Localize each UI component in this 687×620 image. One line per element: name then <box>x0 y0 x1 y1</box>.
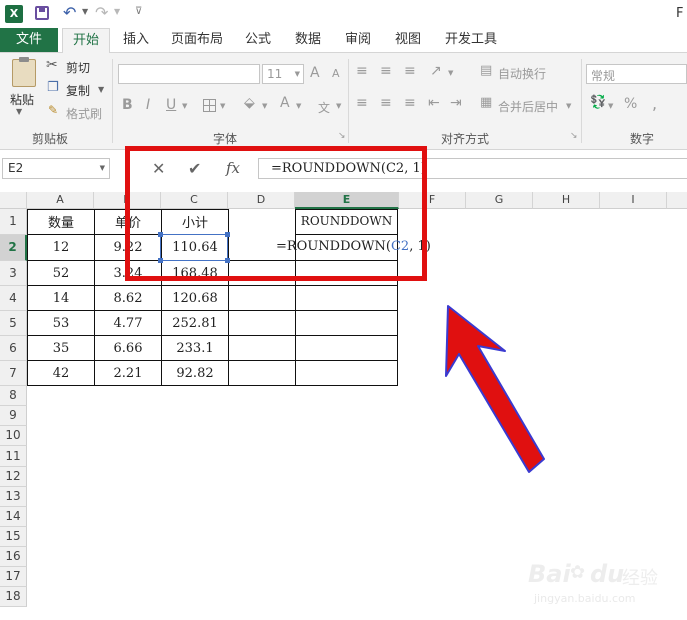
number-group-label: 数字 <box>629 132 654 146</box>
font-color-dropdown-icon[interactable]: ▼ <box>296 102 301 110</box>
fill-color-icon[interactable]: ⬙ <box>244 95 255 111</box>
decrease-indent-icon[interactable]: ⇤ <box>428 95 440 111</box>
align-left-icon[interactable]: ≡ <box>356 95 368 111</box>
format-painter-icon[interactable]: ✎ <box>48 103 58 117</box>
chevron-down-icon: ▼ <box>99 164 105 172</box>
ribbon-tabs: 文件 开始 插入 页面布局 公式 数据 审阅 视图 开发工具 <box>0 28 687 53</box>
red-arrow-annotation <box>445 305 545 473</box>
save-icon[interactable] <box>35 6 49 20</box>
tab-insert[interactable]: 插入 <box>114 28 158 52</box>
tab-formulas[interactable]: 公式 <box>238 28 278 52</box>
chevron-down-icon: ▼ <box>294 70 300 78</box>
align-bottom-icon[interactable]: ≡ <box>404 63 416 79</box>
underline-button[interactable]: U <box>166 97 176 113</box>
spreadsheet-grid: A B C D E F G H I 1 2 3 4 5 6 7 8 9 10 11 12 13 14 15 1… <box>0 146 687 620</box>
cut-button[interactable]: 剪切 <box>66 59 90 76</box>
font-color-button[interactable]: A <box>280 95 290 111</box>
fill-color-dropdown-icon[interactable]: ▼ <box>262 102 267 110</box>
customize-toolbar-icon[interactable]: ⊽ <box>135 6 142 17</box>
tab-view[interactable]: 视图 <box>388 28 428 52</box>
wrap-text-icon[interactable]: ▤ <box>480 63 492 78</box>
phonetic-dropdown-icon[interactable]: ▼ <box>336 102 341 110</box>
dialog-launcher-icon[interactable]: ↘ <box>570 131 578 141</box>
shrink-font-button[interactable]: A <box>332 67 340 80</box>
currency-icon[interactable]: 💱 <box>590 95 606 110</box>
merge-center-icon[interactable]: ▦ <box>480 95 492 110</box>
watermark-url: jingyan.baidu.com <box>534 592 636 605</box>
copy-icon[interactable]: ❐ <box>47 80 59 95</box>
orientation-dropdown-icon[interactable]: ▼ <box>448 69 453 77</box>
currency-dropdown-icon[interactable]: ▼ <box>608 102 613 110</box>
align-top-icon[interactable]: ≡ <box>356 63 368 79</box>
merge-center-button[interactable]: 合并后居中 <box>498 98 558 115</box>
percent-button[interactable]: % <box>624 96 637 112</box>
name-box[interactable]: E2 ▼ <box>2 158 110 179</box>
italic-button[interactable]: I <box>146 97 150 113</box>
dialog-launcher-icon[interactable]: ↘ <box>338 131 346 141</box>
divider <box>112 59 113 143</box>
tab-file[interactable]: 文件 <box>0 28 58 52</box>
title-text: F <box>676 6 684 21</box>
divider <box>581 59 582 143</box>
border-dropdown-icon[interactable]: ▼ <box>220 102 225 110</box>
ribbon-home: 粘贴 ▼ ✂ 剪切 ❐ 复制 ▼ ✎ 格式刷 剪贴板 11 ▼ A A B I … <box>0 53 687 150</box>
merge-dropdown-icon[interactable]: ▼ <box>566 102 571 110</box>
copy-button[interactable]: 复制 <box>66 82 90 99</box>
undo-icon[interactable]: ↶ <box>63 3 76 22</box>
watermark-brand2: du <box>590 560 625 588</box>
tab-page-layout[interactable]: 页面布局 <box>164 28 230 52</box>
name-box-value: E2 <box>8 161 24 175</box>
paste-button[interactable]: 粘贴 <box>10 91 34 108</box>
increase-indent-icon[interactable]: ⇥ <box>450 95 462 111</box>
paste-dropdown-icon[interactable]: ▼ <box>16 107 22 116</box>
orientation-icon[interactable]: ↗ <box>430 63 442 79</box>
font-group-label: 字体 <box>212 132 237 146</box>
number-format-value: 常规 <box>591 69 616 83</box>
border-icon[interactable] <box>203 99 216 112</box>
number-format-dropdown[interactable]: 常规 <box>586 64 687 84</box>
bold-button[interactable]: B <box>122 97 133 113</box>
font-name-dropdown[interactable] <box>118 64 260 84</box>
watermark-brand: Bai <box>528 560 571 588</box>
paste-icon[interactable] <box>12 57 36 87</box>
clipboard-group-label: 剪贴板 <box>31 132 68 146</box>
cut-icon[interactable]: ✂ <box>46 57 58 73</box>
undo-dropdown-icon[interactable]: ▼ <box>82 7 88 16</box>
redo-icon[interactable]: ↷ <box>95 3 108 22</box>
tab-developer[interactable]: 开发工具 <box>438 28 504 52</box>
copy-dropdown-icon[interactable]: ▼ <box>98 85 104 94</box>
tab-review[interactable]: 审阅 <box>338 28 378 52</box>
font-size-dropdown[interactable]: 11 ▼ <box>262 64 304 84</box>
tab-data[interactable]: 数据 <box>288 28 328 52</box>
tab-home[interactable]: 开始 <box>62 28 110 53</box>
alignment-group-label: 对齐方式 <box>440 132 489 146</box>
comma-button[interactable]: , <box>652 94 657 113</box>
phonetic-button[interactable]: 文 <box>318 99 330 116</box>
underline-dropdown-icon[interactable]: ▼ <box>182 102 187 110</box>
align-right-icon[interactable]: ≡ <box>404 95 416 111</box>
font-size-value: 11 <box>267 67 283 81</box>
excel-icon[interactable]: X <box>5 5 23 23</box>
watermark: Bai ✿ du 经验 jingyan.baidu.com <box>528 560 678 616</box>
title-bar: X ↶ ▼ ↷ ▼ ⊽ F <box>0 0 687 28</box>
align-center-icon[interactable]: ≡ <box>380 95 392 111</box>
redo-dropdown-icon[interactable]: ▼ <box>114 7 120 16</box>
divider <box>348 59 349 143</box>
wrap-text-button[interactable]: 自动换行 <box>498 65 546 82</box>
watermark-cn: 经验 <box>622 568 658 589</box>
paw-icon: ✿ <box>570 562 586 583</box>
align-middle-icon[interactable]: ≡ <box>380 63 392 79</box>
grow-font-button[interactable]: A <box>310 65 320 81</box>
format-painter-button[interactable]: 格式刷 <box>66 105 102 122</box>
